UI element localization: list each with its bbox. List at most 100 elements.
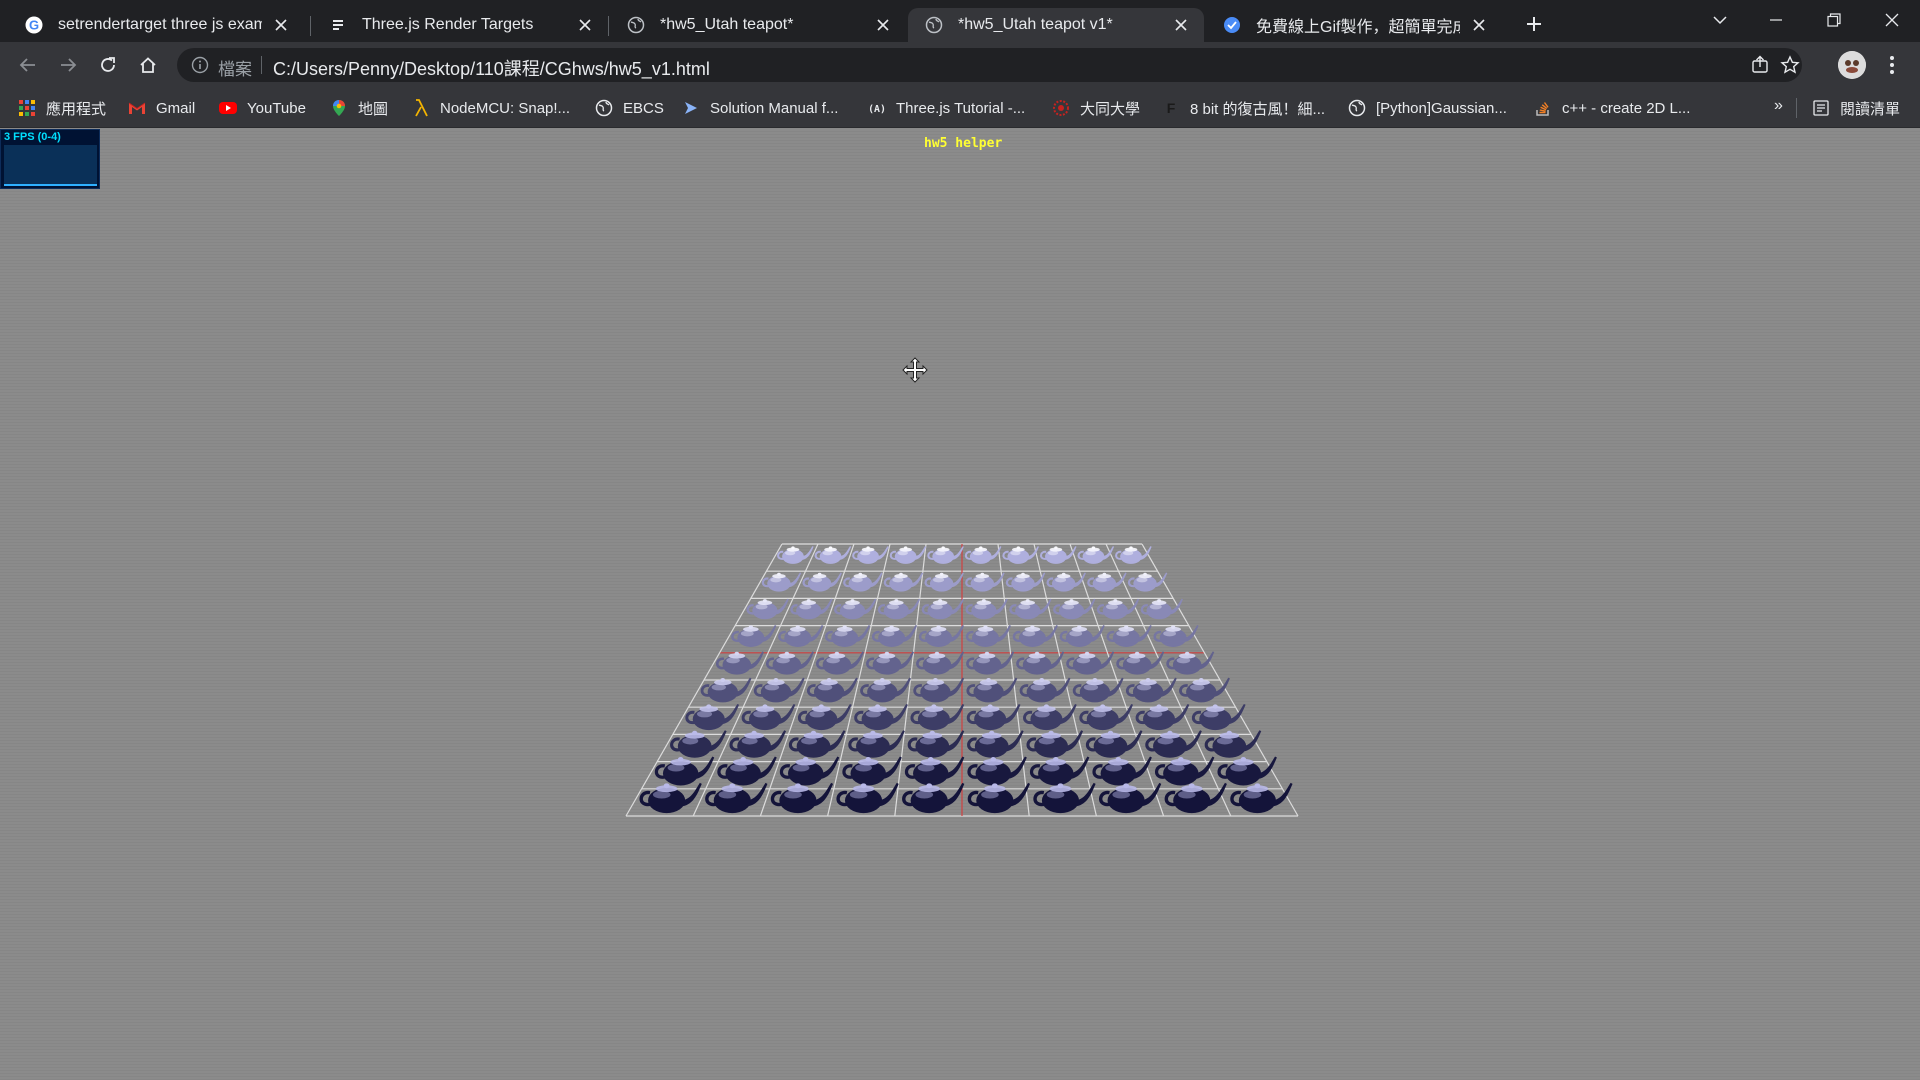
tab-hw5-utah-teapot-v1[interactable]: *hw5_Utah teapot v1* bbox=[908, 8, 1204, 42]
home-button[interactable] bbox=[132, 49, 164, 81]
threejs-icon: (A) bbox=[868, 99, 886, 117]
close-icon[interactable] bbox=[576, 16, 594, 34]
bookmark-star-icon[interactable] bbox=[1780, 55, 1800, 75]
close-icon[interactable] bbox=[1470, 16, 1488, 34]
reload-icon bbox=[101, 57, 115, 72]
gmail-icon bbox=[128, 99, 146, 117]
teapot bbox=[904, 756, 965, 786]
bookmark-youtube[interactable]: YouTube bbox=[219, 97, 306, 119]
tab-setrendertarget[interactable]: G setrendertarget three js examp bbox=[8, 8, 304, 42]
restore-button[interactable] bbox=[1806, 0, 1862, 40]
bookmark-nodemcu[interactable]: NodeMCU: Snap!... bbox=[412, 97, 570, 119]
bookmark-maps[interactable]: 地圖 bbox=[330, 97, 388, 119]
teapot bbox=[842, 756, 902, 786]
teapot bbox=[825, 625, 871, 647]
minimize-icon bbox=[1770, 19, 1782, 21]
bookmarks-overflow-button[interactable]: » bbox=[1774, 97, 1783, 115]
close-window-button[interactable] bbox=[1864, 0, 1920, 40]
globe-icon bbox=[595, 99, 613, 117]
bookmark-gmail[interactable]: Gmail bbox=[128, 97, 195, 119]
teapot bbox=[1059, 625, 1105, 647]
info-icon[interactable] bbox=[191, 56, 209, 74]
close-icon[interactable] bbox=[1172, 16, 1190, 34]
share-icon[interactable] bbox=[1750, 55, 1770, 75]
teapot bbox=[913, 677, 965, 703]
reading-list-icon bbox=[1812, 99, 1830, 117]
lambda-icon bbox=[412, 99, 430, 117]
teapot bbox=[1217, 756, 1277, 786]
teapot bbox=[927, 546, 964, 564]
tab-search-button[interactable] bbox=[1692, 0, 1748, 40]
bookmark-solution-manual[interactable]: Solution Manual f... bbox=[682, 97, 838, 119]
teapot bbox=[916, 651, 965, 675]
teapot bbox=[921, 598, 964, 620]
address-divider bbox=[261, 56, 262, 74]
close-icon bbox=[1885, 13, 1899, 27]
svg-text:F: F bbox=[1167, 100, 1176, 116]
bookmark-threejs-tutorial[interactable]: (A) Three.js Tutorial -... bbox=[868, 97, 1025, 119]
bookmark-apps[interactable]: 應用程式 bbox=[18, 97, 106, 119]
reading-list-button[interactable]: 閱讀清單 bbox=[1812, 97, 1900, 119]
teapot bbox=[872, 625, 918, 647]
minimize-button[interactable] bbox=[1748, 0, 1804, 40]
teapot bbox=[778, 625, 824, 647]
bookmark-label: YouTube bbox=[247, 99, 306, 117]
apps-grid-icon bbox=[18, 99, 36, 117]
google-icon: G bbox=[24, 15, 44, 35]
tab-separator bbox=[310, 16, 311, 36]
bookmark-8bit[interactable]: F 8 bit 的復古風！細... bbox=[1162, 97, 1325, 119]
teapot bbox=[834, 598, 877, 620]
address-bar[interactable]: 檔案 C:/Users/Penny/Desktop/110課程/CGhws/hw… bbox=[177, 48, 1802, 82]
profile-avatar[interactable] bbox=[1838, 51, 1866, 79]
bookmark-python-gaussian[interactable]: [Python]Gaussian... bbox=[1348, 97, 1507, 119]
teapot bbox=[843, 572, 883, 592]
back-button[interactable] bbox=[12, 49, 44, 81]
teapot bbox=[753, 677, 805, 703]
teapot-grid-scene[interactable] bbox=[612, 514, 1312, 874]
bookmarks-divider bbox=[1796, 98, 1797, 118]
bookmark-tatung-university[interactable]: 大同大學 bbox=[1052, 97, 1140, 119]
teapot bbox=[918, 625, 965, 647]
tab-title: *hw5_Utah teapot v1* bbox=[958, 16, 1113, 33]
tab-threejs-render-targets[interactable]: Three.js Render Targets bbox=[312, 8, 608, 42]
youtube-icon bbox=[219, 99, 237, 117]
teapot bbox=[639, 782, 702, 814]
close-icon[interactable] bbox=[874, 16, 892, 34]
teapot bbox=[1166, 651, 1215, 675]
forward-button[interactable] bbox=[52, 49, 84, 81]
new-tab-button[interactable] bbox=[1520, 10, 1548, 38]
teapot bbox=[964, 546, 1002, 564]
tab-gif-maker[interactable]: 免費線上Gif製作，超簡單完成影 bbox=[1206, 8, 1502, 42]
teapot bbox=[965, 625, 1011, 647]
bookmark-cpp-2d[interactable]: c++ - create 2D L... bbox=[1534, 97, 1690, 119]
teapot bbox=[806, 677, 858, 703]
teapot bbox=[924, 572, 964, 592]
bookmark-ebcs[interactable]: EBCS bbox=[595, 97, 664, 119]
teapot bbox=[1002, 546, 1039, 564]
teapot bbox=[1179, 677, 1230, 703]
address-url[interactable]: C:/Users/Penny/Desktop/110課程/CGhws/hw5_v… bbox=[273, 55, 710, 81]
teapot bbox=[883, 572, 924, 592]
bookmark-label: Three.js Tutorial -... bbox=[896, 99, 1026, 117]
bookmark-label: EBCS bbox=[623, 99, 664, 117]
teapot bbox=[1153, 625, 1199, 647]
teapot bbox=[1072, 677, 1124, 703]
teapot bbox=[1066, 651, 1115, 675]
teapot bbox=[836, 782, 899, 814]
bookmark-label: [Python]Gaussian... bbox=[1376, 99, 1507, 117]
fps-stats-panel[interactable]: 3 FPS (0-4) bbox=[0, 129, 100, 189]
more-menu-icon[interactable] bbox=[1882, 51, 1902, 79]
teapot bbox=[1016, 651, 1065, 675]
reload-button[interactable] bbox=[92, 49, 124, 81]
teapot bbox=[1140, 598, 1183, 620]
teapot bbox=[761, 572, 802, 592]
move-cursor-icon bbox=[902, 357, 928, 383]
teapot bbox=[779, 756, 840, 786]
doc-icon bbox=[328, 15, 348, 35]
tab-hw5-utah-teapot[interactable]: *hw5_Utah teapot* bbox=[610, 8, 906, 42]
reading-list-label: 閱讀清單 bbox=[1840, 100, 1901, 118]
teapot bbox=[967, 756, 1027, 786]
teapot bbox=[1005, 572, 1046, 592]
bookmark-label: 8 bit 的復古風！細... bbox=[1190, 100, 1326, 118]
close-icon[interactable] bbox=[272, 16, 290, 34]
